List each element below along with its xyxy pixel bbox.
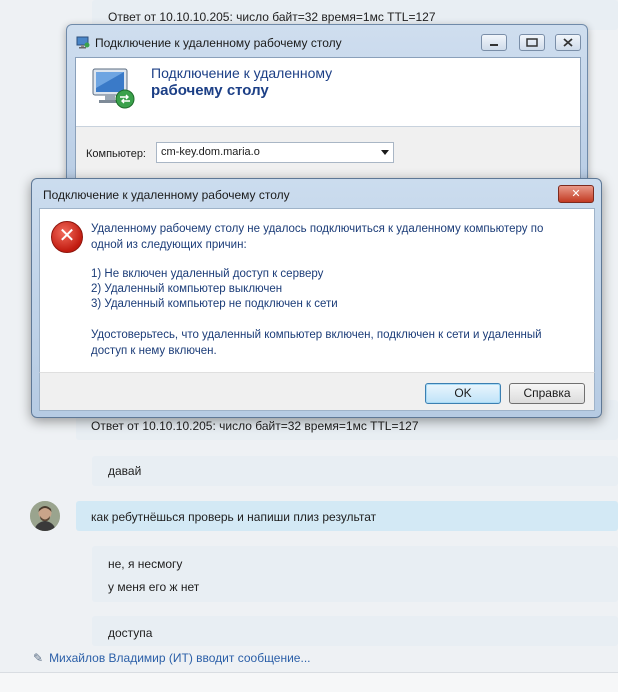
message-bubble: не, я несмогу у меня его ж нет — [92, 546, 618, 602]
typing-text: Михайлов Владимир (ИТ) вводит сообщение.… — [49, 651, 311, 665]
computer-label: Компьютер: — [86, 148, 146, 160]
message-input-area[interactable] — [0, 672, 618, 692]
error-message-line: доступ к нему включен. — [91, 345, 217, 357]
message-text: давай — [108, 464, 142, 478]
message-bubble: доступа — [92, 616, 618, 646]
reason-item: 1) Не включен удаленный доступ к серверу — [91, 268, 324, 280]
dialog-title: Подключение к удаленному рабочему столу — [43, 188, 290, 202]
rdp-content: Подключение к удаленному рабочему столу … — [75, 57, 581, 184]
help-button[interactable]: Справка — [509, 383, 585, 404]
message-text: у меня его ж нет — [108, 580, 200, 594]
minimize-button[interactable] — [481, 34, 507, 51]
message-text: Ответ от 10.10.10.205: число байт=32 вре… — [108, 10, 436, 24]
rdp-header: Подключение к удаленному рабочему столу — [76, 58, 580, 127]
message-text: Ответ от 10.10.10.205: число байт=32 вре… — [91, 419, 419, 433]
rdp-app-icon — [76, 36, 90, 52]
typing-indicator: ✎ Михайлов Владимир (ИТ) вводит сообщение… — [33, 651, 310, 665]
monitor-icon — [90, 66, 138, 115]
dialog-footer: OK Справка — [39, 372, 595, 411]
dialog-body: ✕ Удаленному рабочему столу не удалось п… — [39, 208, 595, 374]
message-text: доступа — [108, 626, 153, 640]
error-message-line: Удостоверьтесь, что удаленный компьютер … — [91, 329, 542, 341]
close-button[interactable]: ✕ — [558, 185, 594, 203]
error-message-line: Удаленному рабочему столу не удалось под… — [91, 223, 544, 235]
error-message-line: одной из следующих причин: — [91, 239, 247, 251]
ok-button[interactable]: OK — [425, 383, 501, 404]
message-bubble: как ребутнёшься проверь и напиши плиз ре… — [76, 501, 618, 531]
message-text: как ребутнёшься проверь и напиши плиз ре… — [91, 510, 377, 524]
header-title-line2: рабочему столу — [151, 82, 269, 99]
pencil-icon: ✎ — [33, 651, 44, 665]
avatar[interactable] — [30, 501, 60, 531]
computer-combobox[interactable]: cm-key.dom.maria.o — [156, 142, 394, 163]
message-bubble: давай — [92, 456, 618, 486]
error-dialog: Подключение к удаленному рабочему столу … — [31, 178, 602, 418]
chevron-down-icon[interactable] — [381, 150, 389, 155]
window-title: Подключение к удаленному рабочему столу — [95, 36, 342, 50]
reason-item: 3) Удаленный компьютер не подключен к се… — [91, 298, 338, 310]
message-text: не, я несмогу — [108, 557, 183, 571]
computer-value: cm-key.dom.maria.o — [161, 146, 260, 158]
error-icon: ✕ — [51, 221, 83, 253]
rdp-window: Подключение к удаленному рабочему столу … — [66, 24, 588, 184]
maximize-button[interactable] — [519, 34, 545, 51]
reason-item: 2) Удаленный компьютер выключен — [91, 283, 283, 295]
header-title-line1: Подключение к удаленному — [151, 65, 333, 81]
close-button[interactable] — [555, 34, 581, 51]
